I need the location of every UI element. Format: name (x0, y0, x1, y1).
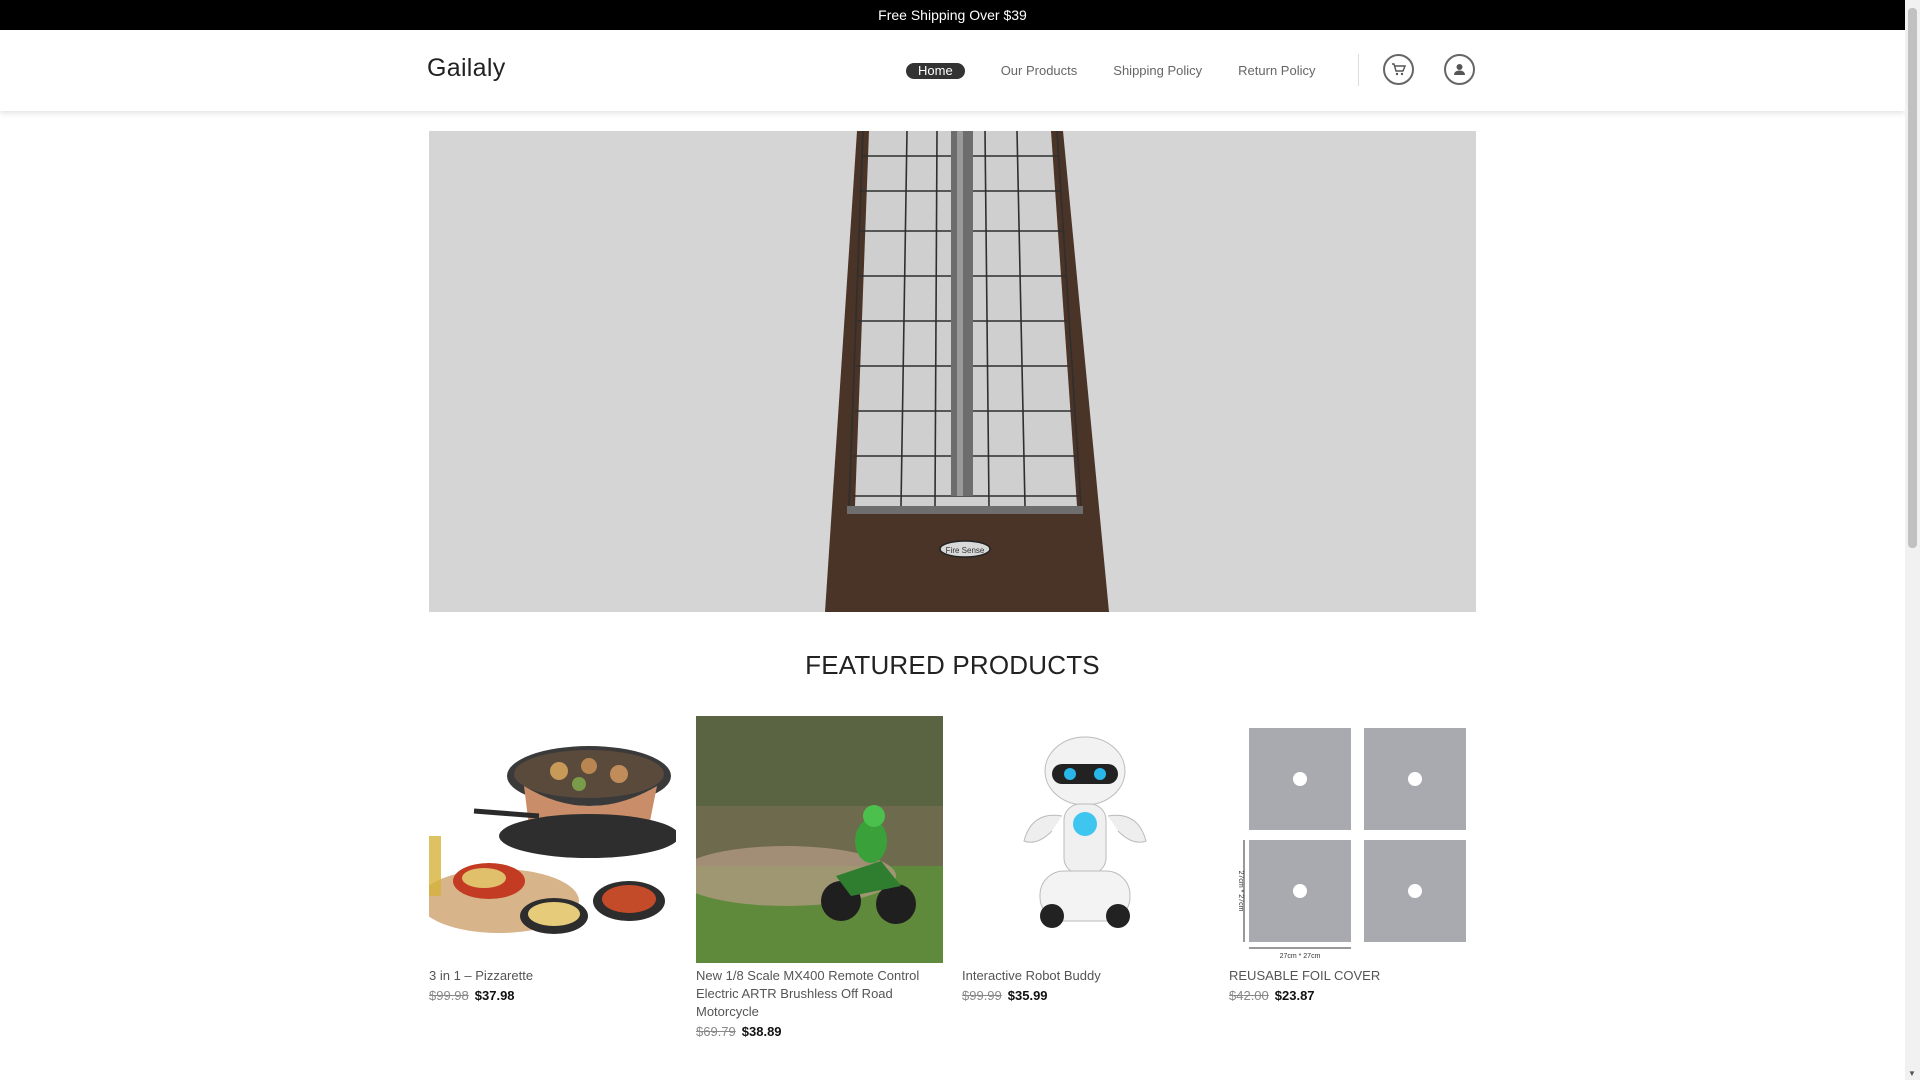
product-name[interactable]: Interactive Robot Buddy (962, 967, 1209, 985)
announcement-bar: Free Shipping Over $39 (0, 0, 1905, 30)
original-price: $69.79 (696, 1024, 736, 1039)
nav-shipping-policy[interactable]: Shipping Policy (1113, 63, 1202, 79)
original-price: $42.00 (1229, 988, 1269, 1003)
product-card[interactable]: 3 in 1 – Pizzarette $99.98 $37.98 (429, 716, 676, 1003)
original-price: $99.98 (429, 988, 469, 1003)
patio-heater-icon: Fire Sense (429, 131, 1476, 612)
svg-text:27cm * 27cm: 27cm * 27cm (1280, 953, 1321, 960)
rc-motorcycle-icon (696, 716, 943, 963)
product-price: $99.98 $37.98 (429, 988, 676, 1003)
product-price: $99.99 $35.99 (962, 988, 1209, 1003)
site-logo[interactable]: Gailaly (427, 54, 506, 83)
product-card[interactable]: New 1/8 Scale MX400 Remote Control Elect… (696, 716, 943, 1039)
main-nav: Home Our Products Shipping Policy Return… (906, 63, 1351, 79)
page-scrollbar[interactable]: ▼ (1905, 0, 1920, 1080)
svg-text:27cm * 27cm: 27cm * 27cm (1237, 871, 1244, 912)
nav-home[interactable]: Home (906, 63, 965, 79)
hero-banner[interactable]: Fire Sense (429, 131, 1476, 612)
product-card[interactable]: 27cm * 27cm 27cm * 27cm REUSABLE FOIL CO… (1229, 716, 1476, 1003)
foil-cover-icon: 27cm * 27cm 27cm * 27cm (1229, 716, 1476, 963)
product-image[interactable] (962, 716, 1209, 963)
product-image[interactable] (429, 716, 676, 963)
sale-price: $35.99 (1007, 988, 1048, 1003)
nav-our-products[interactable]: Our Products (1001, 63, 1078, 79)
site-header: Gailaly Home Our Products Shipping Polic… (0, 30, 1905, 111)
original-price: $99.99 (962, 988, 1002, 1003)
cart-icon (1392, 63, 1406, 76)
nav-return-policy[interactable]: Return Policy (1238, 63, 1315, 79)
header-divider (1358, 54, 1359, 86)
sale-price: $38.89 (741, 1024, 782, 1039)
product-price: $42.00 $23.87 (1229, 988, 1476, 1003)
product-name[interactable]: 3 in 1 – Pizzarette (429, 967, 676, 985)
product-image[interactable]: 27cm * 27cm 27cm * 27cm (1229, 716, 1476, 963)
account-button[interactable] (1444, 54, 1475, 85)
product-card[interactable]: Interactive Robot Buddy $99.99 $35.99 (962, 716, 1209, 1003)
pizzarette-grill-icon (429, 716, 676, 963)
svg-text:Fire Sense: Fire Sense (946, 546, 985, 555)
product-name[interactable]: REUSABLE FOIL COVER (1229, 967, 1476, 985)
product-image[interactable] (696, 716, 943, 963)
user-icon (1454, 64, 1465, 75)
scrollbar-thumb[interactable] (1908, 8, 1917, 548)
featured-products-title: FEATURED PRODUCTS (805, 650, 1100, 680)
cart-button[interactable] (1383, 54, 1414, 85)
product-name[interactable]: New 1/8 Scale MX400 Remote Control Elect… (696, 967, 943, 1021)
sale-price: $37.98 (474, 988, 515, 1003)
announcement-text: Free Shipping Over $39 (878, 7, 1027, 23)
scroll-down-arrow-icon[interactable]: ▼ (1908, 1069, 1916, 1078)
product-price: $69.79 $38.89 (696, 1024, 943, 1039)
sale-price: $23.87 (1274, 988, 1315, 1003)
robot-icon (962, 716, 1209, 963)
